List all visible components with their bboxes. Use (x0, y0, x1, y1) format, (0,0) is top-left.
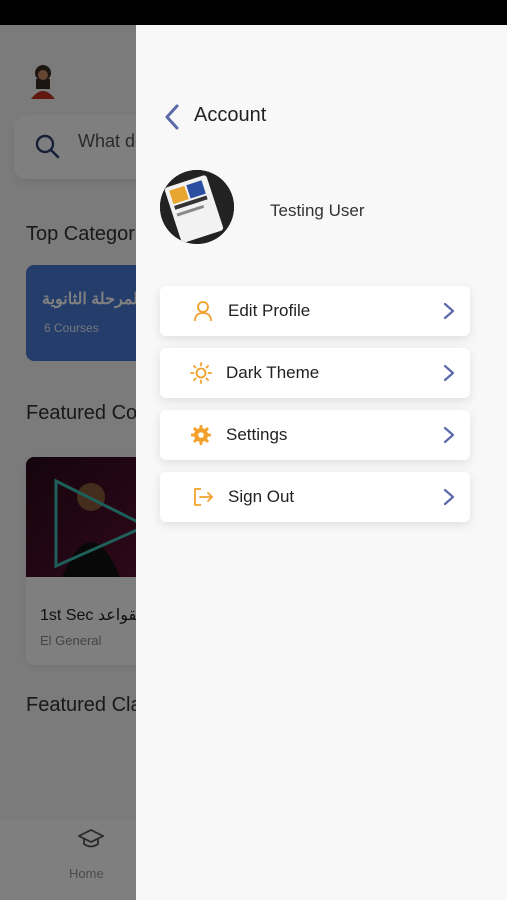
menu-label: Settings (226, 425, 288, 444)
menu-label: Sign Out (228, 487, 295, 506)
menu-edit-profile[interactable]: Edit Profile (160, 286, 470, 336)
drawer-title: Account (194, 104, 267, 126)
back-button[interactable] (158, 103, 186, 131)
status-bar (0, 0, 507, 25)
sign-out-icon (192, 486, 214, 508)
chevron-right-icon (443, 488, 455, 506)
chevron-left-icon (165, 104, 179, 130)
sun-icon (190, 362, 212, 384)
menu-sign-out[interactable]: Sign Out (160, 472, 470, 522)
gear-icon (190, 424, 212, 446)
account-drawer: Account Testing User Edit Profile Dark T… (136, 25, 507, 900)
menu-dark-theme[interactable]: Dark Theme (160, 348, 470, 398)
chevron-right-icon (443, 302, 455, 320)
chevron-right-icon (443, 426, 455, 444)
user-icon (192, 300, 214, 322)
menu-settings[interactable]: Settings (160, 410, 470, 460)
menu-label: Edit Profile (228, 301, 311, 320)
chevron-right-icon (443, 364, 455, 382)
menu-label: Dark Theme (226, 363, 320, 382)
profile-avatar[interactable] (160, 170, 234, 244)
profile-name: Testing User (270, 201, 365, 220)
